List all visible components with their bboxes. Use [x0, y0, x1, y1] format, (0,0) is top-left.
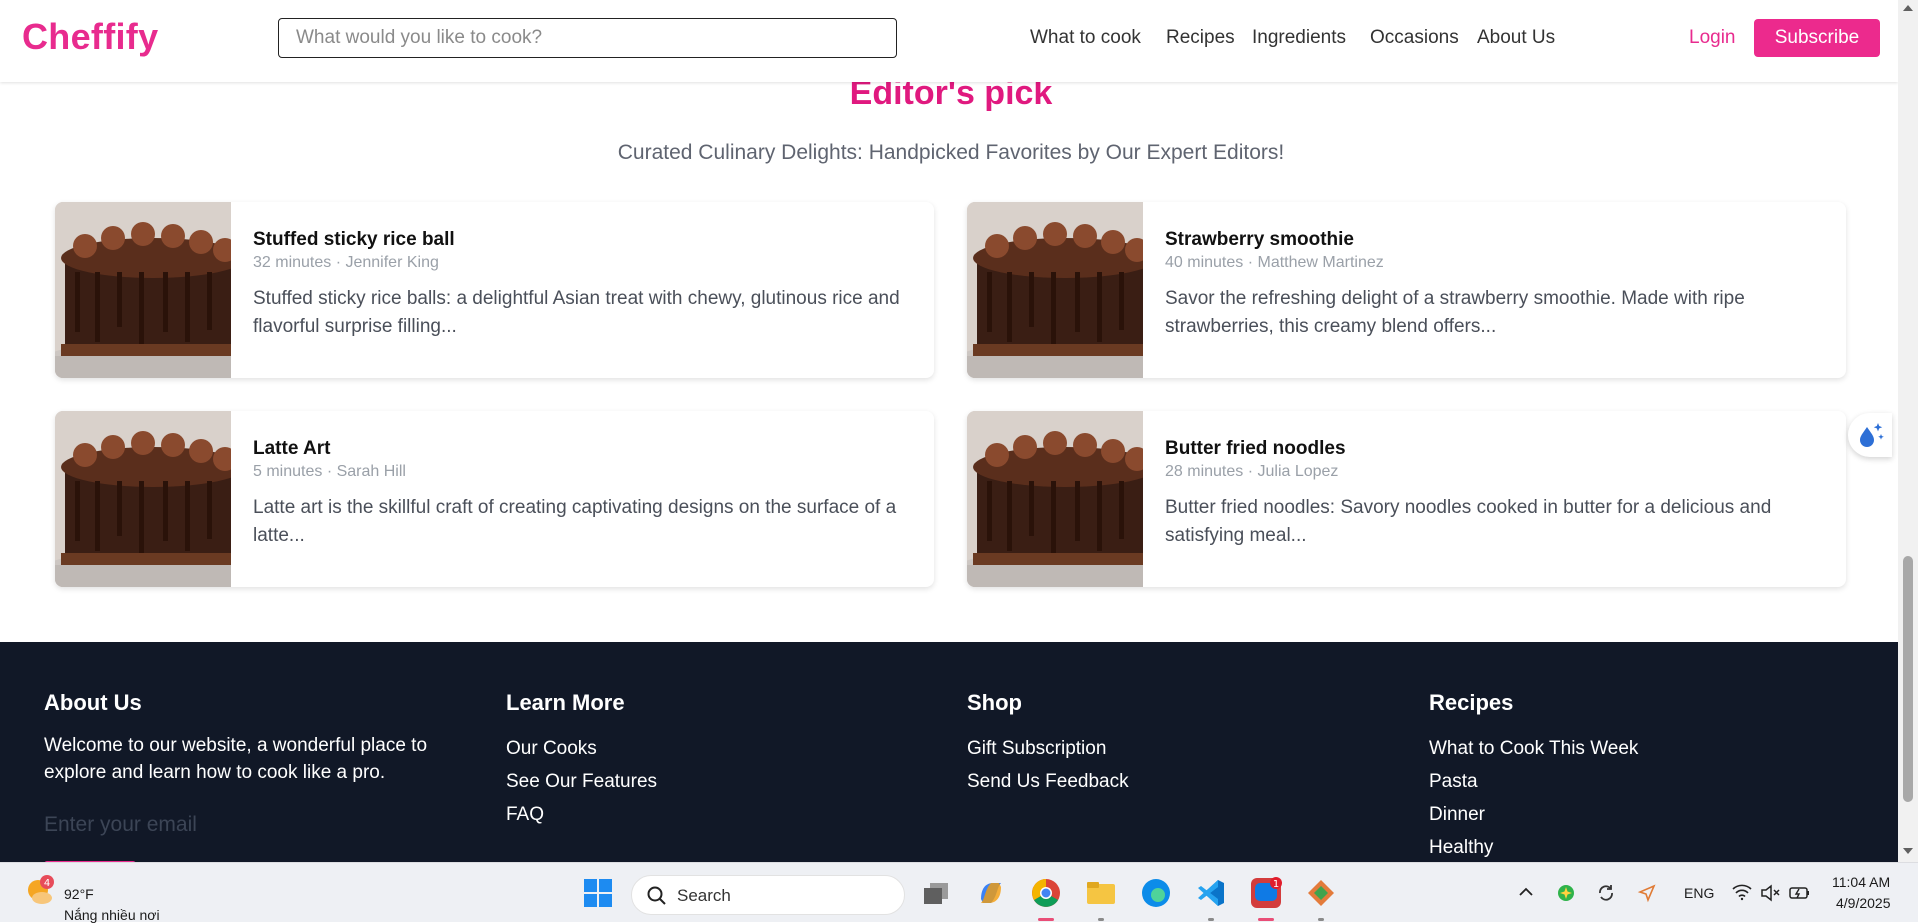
scroll-down-arrow-icon[interactable]: [1903, 848, 1913, 854]
cake-image-icon: [967, 411, 1143, 587]
nav-recipes[interactable]: Recipes: [1166, 27, 1235, 49]
cake-image-icon: [55, 411, 231, 587]
weather-temperature: 92°F: [64, 886, 94, 902]
recipe-card[interactable]: Latte Art 5 minutes · Sarah Hill Latte a…: [55, 411, 934, 587]
chrome-active-indicator: [1038, 918, 1054, 921]
cake-image-icon: [967, 202, 1143, 378]
weather-widget[interactable]: 4 92°F Nắng nhiều nơi: [24, 874, 160, 923]
login-link[interactable]: Login: [1689, 27, 1736, 49]
recipe-description: Savor the refreshing delight of a strawb…: [1165, 288, 1745, 337]
footer-learn-more-column: Learn More Our Cooks See Our Features FA…: [506, 690, 657, 831]
chevron-up-icon[interactable]: [1518, 885, 1534, 899]
search-icon: [647, 886, 666, 905]
recipe-title[interactable]: Latte Art: [253, 438, 330, 460]
recipe-thumbnail[interactable]: [55, 202, 231, 378]
water-drop-sparkle-icon: [1860, 423, 1884, 447]
battery-icon[interactable]: [1788, 883, 1812, 903]
browser-viewport: Cheffify What to cook Recipes Ingredient…: [0, 0, 1898, 862]
location-arrow-icon[interactable]: [1637, 883, 1657, 903]
recipe-thumbnail[interactable]: [55, 411, 231, 587]
chrome-icon[interactable]: [1028, 875, 1064, 911]
footer-link-dinner[interactable]: Dinner: [1429, 798, 1638, 831]
subscribe-button[interactable]: Subscribe: [1754, 19, 1880, 57]
footer-learn-more-heading: Learn More: [506, 690, 625, 715]
nav-what-to-cook[interactable]: What to cook: [1030, 27, 1141, 49]
site-logo[interactable]: Cheffify: [22, 16, 158, 58]
recipe-search-input[interactable]: [279, 19, 896, 57]
gitkraken-icon[interactable]: [1303, 875, 1339, 911]
recipe-card[interactable]: Butter fried noodles 28 minutes · Julia …: [967, 411, 1846, 587]
floating-assistant-button[interactable]: [1848, 413, 1892, 457]
scroll-up-arrow-icon[interactable]: [1903, 5, 1913, 11]
clock-time[interactable]: 11:04 AM: [1832, 874, 1890, 890]
taskbar-search-box[interactable]: Search: [631, 875, 905, 915]
file-explorer-icon[interactable]: [1083, 875, 1119, 911]
footer-link-see-our-features[interactable]: See Our Features: [506, 765, 657, 798]
page-scrollbar[interactable]: [1898, 0, 1918, 862]
recipe-title[interactable]: Butter fried noodles: [1165, 438, 1346, 460]
recipe-description: Latte art is the skillful craft of creat…: [253, 497, 897, 546]
footer-about-heading: About Us: [44, 690, 142, 715]
recipe-meta: 40 minutes · Matthew Martinez: [1165, 254, 1384, 271]
footer-link-gift-subscription[interactable]: Gift Subscription: [967, 732, 1129, 765]
editors-pick-subtitle: Curated Culinary Delights: Handpicked Fa…: [617, 141, 1285, 164]
recipe-search-box[interactable]: [278, 18, 897, 58]
recipe-thumbnail[interactable]: [967, 202, 1143, 378]
site-footer: About Us Welcome to our website, a wonde…: [0, 642, 1898, 862]
recipe-meta: 28 minutes · Julia Lopez: [1165, 463, 1339, 480]
site-header: Cheffify What to cook Recipes Ingredient…: [0, 0, 1898, 82]
task-view-icon[interactable]: [918, 875, 954, 911]
windows-taskbar: 4 92°F Nắng nhiều nơi Search 1 ENG 11:04…: [0, 862, 1918, 923]
volume-muted-icon[interactable]: [1759, 883, 1781, 903]
footer-link-send-us-feedback[interactable]: Send Us Feedback: [967, 765, 1129, 798]
scrollbar-thumb[interactable]: [1903, 556, 1913, 802]
nav-ingredients[interactable]: Ingredients: [1252, 27, 1346, 49]
footer-link-pasta[interactable]: Pasta: [1429, 765, 1638, 798]
recipe-title[interactable]: Strawberry smoothie: [1165, 229, 1354, 251]
footer-about-text: Welcome to our website, a wonderful plac…: [44, 735, 428, 783]
gitkraken-open-indicator: [1318, 918, 1324, 921]
taskbar-search-label: Search: [677, 886, 731, 905]
recipe-title[interactable]: Stuffed sticky rice ball: [253, 229, 455, 251]
footer-shop-heading: Shop: [967, 690, 1022, 715]
language-indicator[interactable]: ENG: [1684, 885, 1714, 901]
nav-about-us[interactable]: About Us: [1477, 27, 1555, 49]
tray-app-icon[interactable]: [1556, 883, 1576, 903]
windows-start-icon[interactable]: [580, 875, 616, 911]
recipe-meta: 32 minutes · Jennifer King: [253, 254, 439, 271]
zalo-active-indicator: [1258, 918, 1274, 921]
cake-image-icon: [55, 202, 231, 378]
weather-badge: 4: [44, 878, 50, 889]
nav-occasions[interactable]: Occasions: [1370, 27, 1459, 49]
recipe-description: Butter fried noodles: Savory noodles coo…: [1165, 497, 1772, 546]
clock-date[interactable]: 4/9/2025: [1836, 895, 1891, 911]
newsletter-email-input[interactable]: [44, 808, 404, 842]
recipe-card[interactable]: Stuffed sticky rice ball 32 minutes · Je…: [55, 202, 934, 378]
footer-link-healthy[interactable]: Healthy: [1429, 831, 1638, 862]
wifi-icon[interactable]: [1731, 882, 1753, 902]
zalo-icon[interactable]: 1: [1248, 875, 1284, 911]
zalo-badge: 1: [1273, 879, 1279, 890]
recipe-meta: 5 minutes · Sarah Hill: [253, 463, 406, 480]
copilot-icon[interactable]: [973, 875, 1009, 911]
recipe-thumbnail[interactable]: [967, 411, 1143, 587]
edge-icon[interactable]: [1138, 875, 1174, 911]
vscode-open-indicator: [1208, 918, 1214, 921]
footer-shop-column: Shop Gift Subscription Send Us Feedback: [967, 690, 1129, 798]
recipe-card[interactable]: Strawberry smoothie 40 minutes · Matthew…: [967, 202, 1846, 378]
footer-recipes-heading: Recipes: [1429, 690, 1514, 715]
footer-recipes-column: Recipes What to Cook This Week Pasta Din…: [1429, 690, 1638, 862]
footer-link-faq[interactable]: FAQ: [506, 798, 657, 831]
footer-link-what-to-cook-this-week[interactable]: What to Cook This Week: [1429, 732, 1638, 765]
recipe-description: Stuffed sticky rice balls: a delightful …: [253, 288, 900, 337]
vscode-icon[interactable]: [1193, 875, 1229, 911]
sun-cloud-icon: 4: [28, 875, 54, 904]
weather-description: Nắng nhiều nơi: [64, 907, 160, 923]
sync-icon[interactable]: [1596, 883, 1616, 903]
footer-about-column: About Us Welcome to our website, a wonde…: [44, 690, 444, 786]
footer-link-our-cooks[interactable]: Our Cooks: [506, 732, 657, 765]
explorer-open-indicator: [1098, 918, 1104, 921]
